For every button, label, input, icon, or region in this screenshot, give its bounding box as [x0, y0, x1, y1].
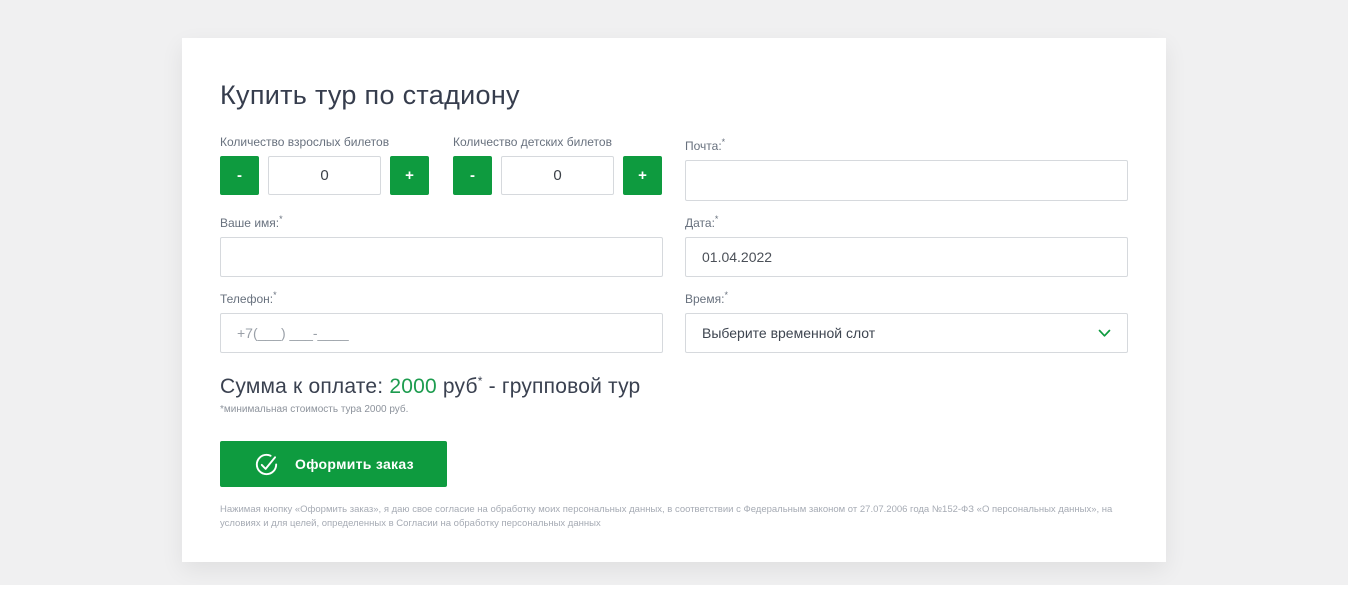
required-mark: * [724, 290, 728, 300]
phone-label: Телефон:* [220, 288, 663, 306]
required-mark: * [273, 290, 277, 300]
name-label: Ваше имя:* [220, 212, 663, 230]
total-price-currency: руб [443, 375, 478, 398]
price-asterisk: * [478, 374, 483, 388]
name-field-group: Ваше имя:* [220, 212, 663, 277]
child-tickets-stepper: - + [453, 156, 662, 195]
phone-field-group: Телефон:* [220, 288, 663, 353]
adult-tickets-decrease-button[interactable]: - [220, 156, 259, 195]
total-price-label: Сумма к оплате: [220, 375, 383, 398]
plus-icon: + [638, 167, 647, 184]
phone-field[interactable] [220, 313, 663, 353]
plus-icon: + [405, 167, 414, 184]
adult-tickets-increase-button[interactable]: + [390, 156, 429, 195]
total-price-amount: 2000 [389, 375, 437, 398]
personal-data-disclaimer: Нажимая кнопку «Оформить заказ», я даю с… [220, 503, 1128, 531]
child-tickets-count-input[interactable] [501, 156, 614, 195]
minus-icon: - [470, 167, 475, 184]
time-slot-select[interactable]: Выберите временной слот [685, 313, 1128, 353]
adult-tickets-label: Количество взрослых билетов [220, 135, 429, 149]
tickets-quantity-group: Количество взрослых билетов - + Количест… [220, 135, 663, 201]
total-price-line: Сумма к оплате: 2000 руб* - групповой ту… [220, 374, 1128, 399]
minimum-price-note: *минимальная стоимость тура 2000 руб. [220, 404, 1128, 415]
time-label: Время:* [685, 288, 1128, 306]
child-tickets-field: Количество детских билетов - + [453, 135, 662, 201]
adult-tickets-stepper: - + [220, 156, 429, 195]
required-mark: * [715, 214, 719, 224]
tour-purchase-card: Купить тур по стадиону Количество взросл… [182, 38, 1166, 562]
footer-strip [0, 585, 1348, 599]
name-field[interactable] [220, 237, 663, 277]
email-field-group: Почта:* [685, 135, 1128, 201]
chevron-down-icon [1098, 325, 1111, 341]
date-field-group: Дата:* [685, 212, 1128, 277]
date-label: Дата:* [685, 212, 1128, 230]
check-circle-icon [253, 451, 280, 478]
submit-order-button[interactable]: Оформить заказ [220, 441, 447, 487]
adult-tickets-field: Количество взрослых билетов - + [220, 135, 429, 201]
tour-type-text: - групповой тур [489, 375, 641, 398]
date-field[interactable] [685, 237, 1128, 277]
adult-tickets-count-input[interactable] [268, 156, 381, 195]
time-slot-selected-value: Выберите временной слот [702, 325, 875, 341]
required-mark: * [279, 214, 283, 224]
minus-icon: - [237, 167, 242, 184]
email-label: Почта:* [685, 135, 1128, 153]
tour-form: Количество взрослых билетов - + Количест… [220, 135, 1128, 353]
page-title: Купить тур по стадиону [220, 80, 1128, 111]
child-tickets-increase-button[interactable]: + [623, 156, 662, 195]
required-mark: * [722, 137, 726, 147]
child-tickets-decrease-button[interactable]: - [453, 156, 492, 195]
child-tickets-label: Количество детских билетов [453, 135, 662, 149]
email-field[interactable] [685, 160, 1128, 201]
submit-order-label: Оформить заказ [295, 456, 414, 472]
time-field-group: Время:* Выберите временной слот [685, 288, 1128, 353]
